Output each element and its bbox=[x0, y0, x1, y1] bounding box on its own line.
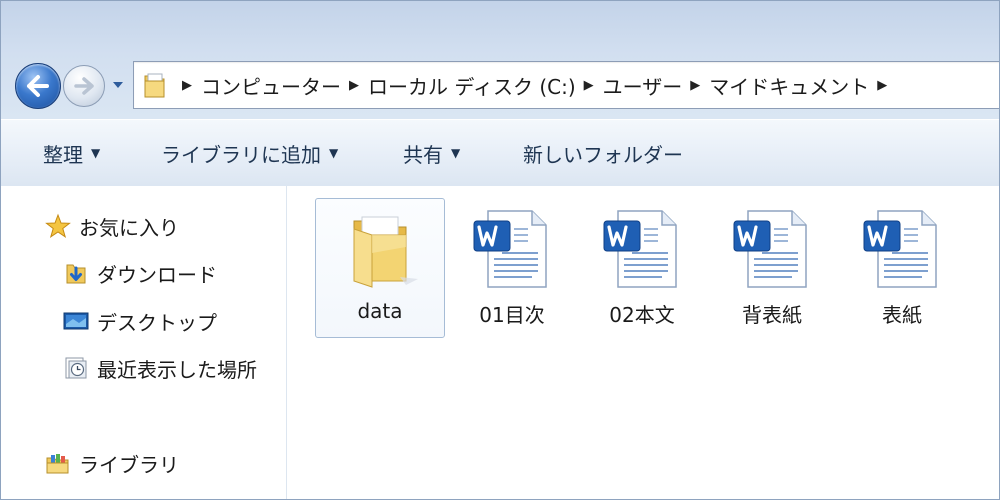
word-document-icon bbox=[732, 207, 812, 289]
breadcrumb-item-computer[interactable]: コンピューター bbox=[201, 71, 341, 100]
arrow-left-icon bbox=[27, 75, 49, 97]
back-button[interactable] bbox=[15, 63, 61, 109]
chevron-down-icon: ▼ bbox=[451, 146, 461, 160]
sidebar-item-label: ライブラリ bbox=[79, 452, 179, 477]
arrow-right-icon bbox=[74, 77, 94, 95]
share-button[interactable]: 共有 ▼ bbox=[403, 120, 460, 186]
breadcrumb-separator-icon[interactable]: ▶ bbox=[682, 78, 709, 93]
breadcrumb-item-my-documents[interactable]: マイドキュメント bbox=[709, 71, 869, 100]
share-label: 共有 bbox=[403, 142, 443, 167]
breadcrumb: ▶ コンピューター ▶ ローカル ディスク (C:) ▶ ユーザー ▶ マイドキ… bbox=[174, 62, 896, 108]
recent-pages-dropdown[interactable] bbox=[111, 79, 125, 91]
new-folder-button[interactable]: 新しいフォルダー bbox=[523, 120, 683, 186]
file-name: 背表紙 bbox=[742, 303, 802, 327]
breadcrumb-separator-icon[interactable]: ▶ bbox=[174, 78, 201, 93]
chevron-down-icon: ▼ bbox=[91, 146, 101, 160]
organize-button[interactable]: 整理 ▼ bbox=[43, 120, 100, 186]
sidebar-item-downloads[interactable]: ダウンロード bbox=[63, 255, 217, 291]
star-icon bbox=[45, 213, 71, 239]
breadcrumb-separator-icon[interactable]: ▶ bbox=[869, 78, 896, 93]
folder-small-icon bbox=[144, 73, 165, 98]
word-document-icon bbox=[472, 207, 552, 289]
folder-icon bbox=[353, 216, 418, 288]
sidebar-item-label: 最近表示した場所 bbox=[97, 357, 257, 382]
word-document-icon bbox=[862, 207, 942, 289]
navigation-pane: お気に入り ダウンロード デスクトップ 最近表示した場所 ライブラリ bbox=[1, 186, 287, 499]
file-name: 02本文 bbox=[609, 303, 675, 327]
sidebar-item-favorites[interactable]: お気に入り bbox=[45, 208, 179, 244]
organize-label: 整理 bbox=[43, 142, 83, 167]
file-name: 01目次 bbox=[479, 303, 545, 327]
file-item-word-document[interactable]: 表紙 bbox=[837, 198, 967, 338]
file-item-word-document[interactable]: 02本文 bbox=[577, 198, 707, 338]
address-bar[interactable]: ▶ コンピューター ▶ ローカル ディスク (C:) ▶ ユーザー ▶ マイドキ… bbox=[133, 61, 999, 109]
sidebar-item-desktop[interactable]: デスクトップ bbox=[63, 303, 217, 339]
file-name: data bbox=[357, 299, 403, 323]
new-folder-label: 新しいフォルダー bbox=[523, 142, 683, 167]
chevron-down-icon: ▼ bbox=[329, 146, 339, 160]
word-document-icon bbox=[602, 207, 682, 289]
sidebar-item-label: お気に入り bbox=[79, 215, 179, 240]
file-item-word-document[interactable]: 01目次 bbox=[447, 198, 577, 338]
explorer-window: ▶ コンピューター ▶ ローカル ディスク (C:) ▶ ユーザー ▶ マイドキ… bbox=[0, 0, 1000, 500]
file-list: data 01目次 02本文 背表紙 表紙 bbox=[287, 186, 999, 499]
sidebar-item-recent-places[interactable]: 最近表示した場所 bbox=[63, 350, 257, 386]
add-to-library-label: ライブラリに追加 bbox=[161, 142, 321, 167]
sidebar-item-label: ダウンロード bbox=[97, 262, 217, 287]
command-bar: 整理 ▼ ライブラリに追加 ▼ 共有 ▼ 新しいフォルダー bbox=[1, 119, 999, 187]
breadcrumb-item-users[interactable]: ユーザー bbox=[603, 71, 683, 100]
breadcrumb-separator-icon[interactable]: ▶ bbox=[576, 78, 603, 93]
file-name: 表紙 bbox=[882, 303, 922, 327]
desktop-icon bbox=[63, 308, 89, 334]
file-item-data-folder[interactable]: data bbox=[315, 198, 445, 338]
recent-places-icon bbox=[63, 355, 89, 381]
add-to-library-button[interactable]: ライブラリに追加 ▼ bbox=[161, 120, 338, 186]
sidebar-item-libraries[interactable]: ライブラリ bbox=[45, 445, 179, 481]
forward-button[interactable] bbox=[63, 65, 105, 107]
title-address-area: ▶ コンピューター ▶ ローカル ディスク (C:) ▶ ユーザー ▶ マイドキ… bbox=[1, 1, 999, 119]
file-item-word-document[interactable]: 背表紙 bbox=[707, 198, 837, 338]
breadcrumb-item-local-disk[interactable]: ローカル ディスク (C:) bbox=[368, 71, 576, 100]
library-icon bbox=[45, 450, 71, 476]
download-folder-icon bbox=[63, 260, 89, 286]
sidebar-item-label: デスクトップ bbox=[97, 310, 217, 335]
breadcrumb-separator-icon[interactable]: ▶ bbox=[341, 78, 368, 93]
